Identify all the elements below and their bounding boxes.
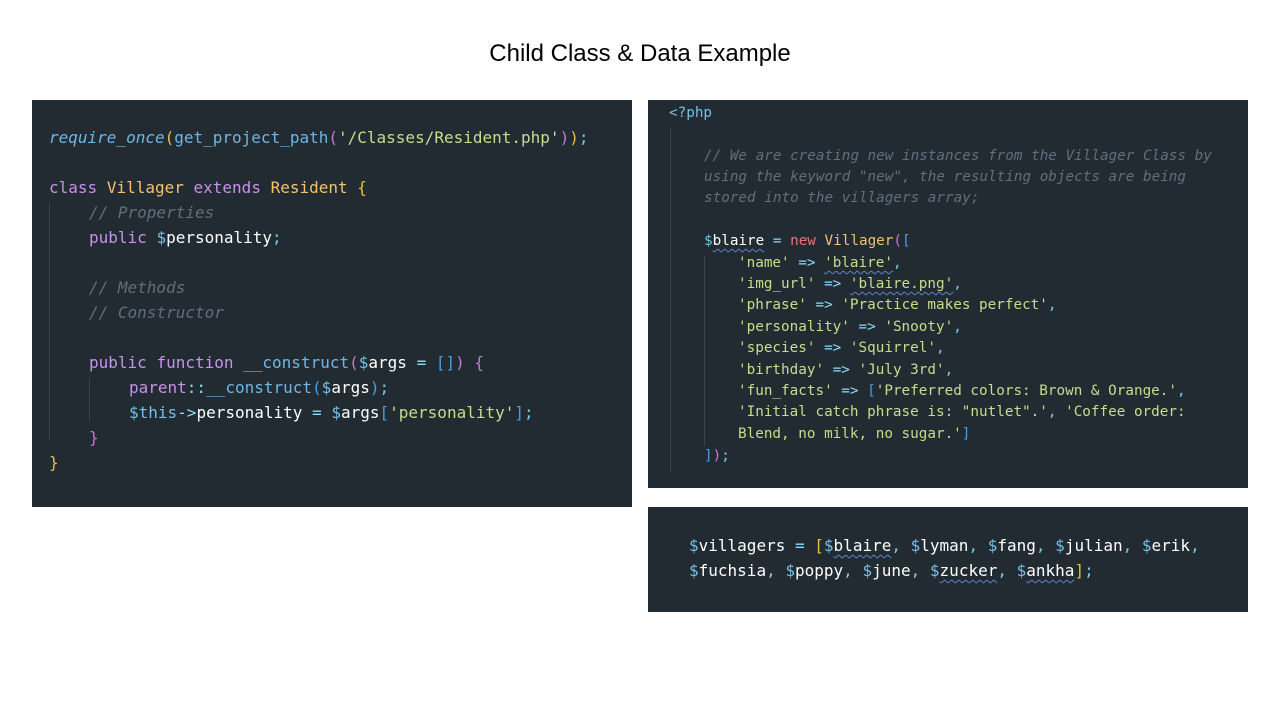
indent-guide [704, 256, 705, 446]
code-comment-constructor: // Constructor [89, 303, 224, 322]
code-line-close-method: } [89, 428, 99, 447]
code-line-property: public $personality; [89, 228, 282, 247]
indent-guide [49, 202, 50, 440]
code-line-constructor-decl: public function __construct($args = []) … [89, 353, 485, 372]
code-array-entry: 'species' => 'Squirrel', [738, 340, 945, 356]
code-panel-villager-instance: <?php // We are creating new instances f… [648, 100, 1248, 488]
code-panel-class-definition: require_once(get_project_path('/Classes/… [32, 100, 632, 507]
code-array-entry-fun-facts-end: Blend, no milk, no sugar.'] [738, 426, 971, 442]
code-array-entry: 'personality' => 'Snooty', [738, 319, 962, 335]
indent-guide [89, 377, 90, 422]
code-line-parent-call: parent::__construct($args); [129, 378, 390, 397]
code-line-close-call: ]); [704, 448, 730, 464]
code-array-entry: 'birthday' => 'July 3rd', [738, 362, 954, 378]
code-line-villagers-array: $villagers = [$blaire, $lyman, $fang, $j… [689, 536, 1200, 555]
code-line-close-class: } [49, 453, 59, 472]
code-array-entry: 'phrase' => 'Practice makes perfect', [738, 297, 1057, 313]
code-line-class-decl: class Villager extends Resident { [49, 178, 367, 197]
code-comment-properties: // Properties [89, 203, 215, 222]
code-array-entry-fun-facts: 'fun_facts' => ['Preferred colors: Brown… [738, 383, 1186, 399]
slide-title: Child Class & Data Example [489, 40, 791, 67]
code-comment-methods: // Methods [89, 278, 186, 297]
code-php-open-tag: <?php [669, 105, 713, 121]
code-array-entry: 'name' => 'blaire', [738, 255, 902, 271]
code-array-entry: 'img_url' => 'blaire.png', [738, 276, 962, 292]
code-array-entry-fun-facts-cont: 'Initial catch phrase is: "nutlet".', 'C… [738, 404, 1186, 420]
code-line-new-villager: $blaire = new Villager([ [704, 233, 911, 249]
code-line-villagers-array-cont: $fuchsia, $poppy, $june, $zucker, $ankha… [689, 561, 1094, 580]
code-comment-line: // We are creating new instances from th… [704, 148, 1212, 164]
indent-guide [670, 127, 671, 473]
code-line-require: require_once(get_project_path('/Classes/… [49, 128, 589, 147]
code-comment-line: using the keyword "new", the resulting o… [704, 169, 1187, 185]
code-comment-line: stored into the villagers array; [704, 190, 980, 206]
code-line-assign: $this->personality = $args['personality'… [129, 403, 534, 422]
code-panel-villagers-array: $villagers = [$blaire, $lyman, $fang, $j… [648, 507, 1248, 612]
